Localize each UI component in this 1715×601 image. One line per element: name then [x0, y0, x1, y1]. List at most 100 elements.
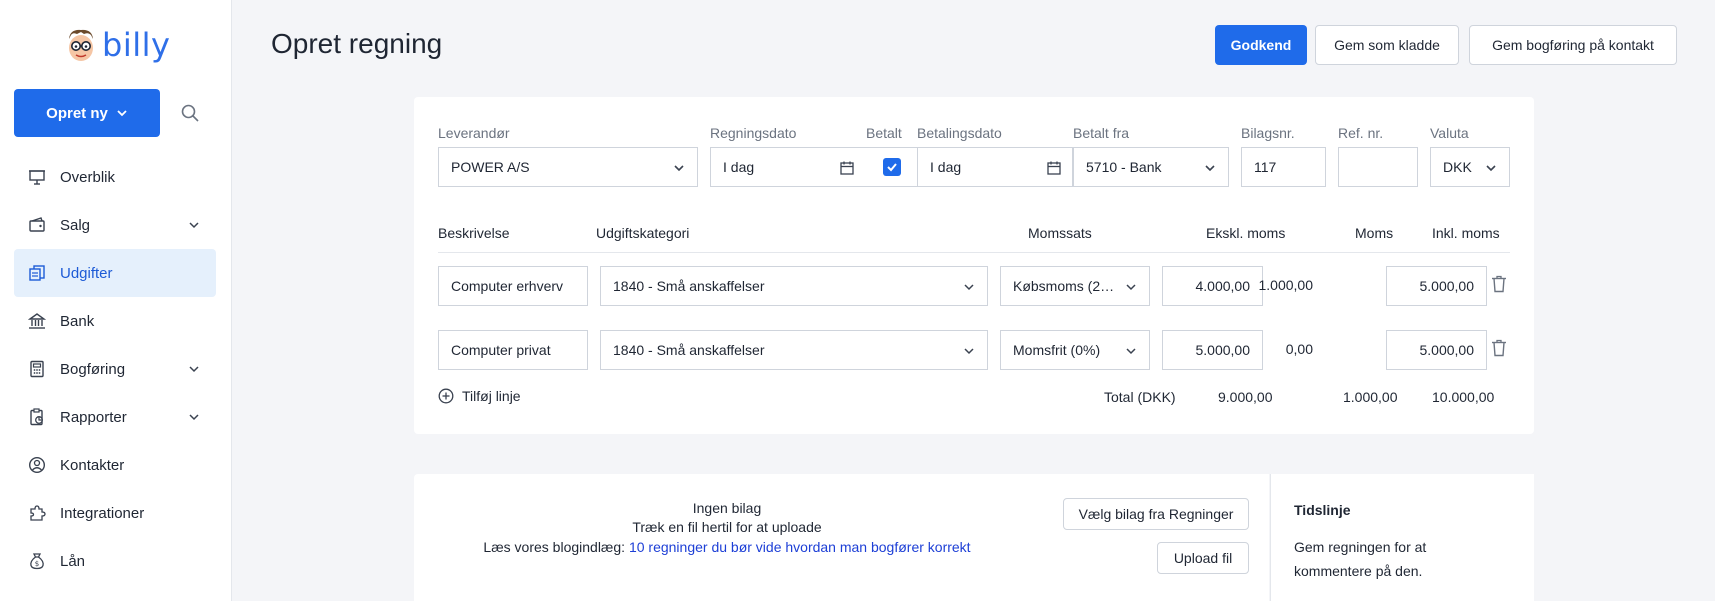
billy-logo[interactable]: billy: [64, 26, 170, 64]
wallet-icon: [28, 216, 46, 234]
bills-icon: [28, 264, 46, 282]
search-icon[interactable]: [180, 103, 200, 123]
voucher-no-input[interactable]: 117: [1241, 147, 1326, 187]
sidebar-item-label: Kontakter: [60, 456, 125, 474]
sidebar-nav: Overblik Salg Udgifter Bank Bogføring Ra…: [14, 153, 216, 585]
sidebar-item-label: Rapporter: [60, 408, 127, 426]
drag-file-text: Træk en fil hertil for at uploade: [632, 519, 822, 535]
logo-text: billy: [102, 26, 171, 64]
report-icon: [28, 408, 46, 426]
line-category-value: 1840 - Små anskaffelser: [613, 342, 765, 358]
plus-circle-icon: [438, 388, 454, 404]
table-header-divider: [438, 252, 1510, 253]
create-new-button[interactable]: Opret ny: [14, 89, 160, 137]
sidebar-item-kontakter[interactable]: Kontakter: [14, 441, 216, 489]
chevron-down-icon: [189, 366, 199, 373]
sidebar: billy Opret ny Overblik Salg Udgifter Ba…: [0, 0, 232, 601]
svg-text:$: $: [35, 560, 39, 568]
supplier-value: POWER A/S: [451, 159, 530, 175]
line-vat-rate-value: Momsfrit (0%): [1013, 342, 1101, 358]
sidebar-item-integrationer[interactable]: Integrationer: [14, 489, 216, 537]
col-header-vat-rate: Momssats: [1028, 225, 1092, 241]
money-bag-icon: $: [28, 552, 46, 570]
upload-file-button[interactable]: Upload fil: [1157, 542, 1249, 574]
sidebar-item-bogforing[interactable]: Bogføring: [14, 345, 216, 393]
payment-date-label: Betalingsdato: [917, 125, 1002, 141]
sidebar-item-label: Salg: [60, 216, 91, 234]
chevron-down-icon: [189, 414, 199, 421]
sidebar-item-lan[interactable]: $ Lån: [14, 537, 216, 585]
line-incl-vat-value: 5.000,00: [1419, 278, 1475, 294]
sidebar-item-label: Bank: [60, 312, 95, 330]
paid-checkbox-cell: [865, 147, 918, 187]
total-excl-vat: 9.000,00: [1218, 389, 1273, 405]
payment-date-input[interactable]: I dag: [917, 147, 1073, 187]
contact-icon: [28, 456, 46, 474]
supplier-label: Leverandør: [438, 125, 510, 141]
chevron-down-icon: [189, 222, 199, 229]
line-incl-vat-input[interactable]: 5.000,00: [1386, 330, 1487, 370]
paid-from-select[interactable]: 5710 - Bank: [1073, 147, 1229, 187]
voucher-no-label: Bilagsnr.: [1241, 125, 1295, 141]
sidebar-item-bank[interactable]: Bank: [14, 297, 216, 345]
currency-select[interactable]: DKK: [1430, 147, 1510, 187]
calculator-icon: [28, 360, 46, 378]
line-description-value: Computer erhverv: [451, 278, 564, 294]
chevron-down-icon: [674, 165, 684, 172]
trash-icon[interactable]: [1491, 275, 1507, 293]
attachment-card: [414, 474, 1269, 601]
line-description-input[interactable]: Computer erhverv: [438, 266, 588, 306]
chevron-down-icon: [964, 284, 974, 291]
no-voucher-text: Ingen bilag: [692, 500, 762, 516]
add-line-button[interactable]: Tilføj linje: [438, 388, 521, 404]
line-incl-vat-input[interactable]: 5.000,00: [1386, 266, 1487, 306]
sidebar-item-udgifter[interactable]: Udgifter: [14, 249, 216, 297]
save-draft-button[interactable]: Gem som kladde: [1315, 25, 1459, 65]
blog-text: Læs vores blogindlæg: 10 regninger du bø…: [430, 539, 1024, 555]
line-category-select[interactable]: 1840 - Små anskaffelser: [600, 330, 988, 370]
ref-no-input[interactable]: [1338, 147, 1418, 187]
bill-date-label: Regningsdato: [710, 125, 797, 141]
page-title: Opret regning: [271, 28, 443, 59]
puzzle-icon: [28, 504, 46, 522]
chevron-down-icon: [1126, 284, 1136, 291]
create-new-label: Opret ny: [46, 104, 108, 122]
line-vat-value: 0,00: [1285, 341, 1313, 357]
sidebar-item-overblik[interactable]: Overblik: [14, 153, 216, 201]
paid-label: Betalt: [866, 125, 902, 141]
col-header-category: Udgiftskategori: [596, 225, 690, 241]
chevron-down-icon: [964, 348, 974, 355]
line-description-input[interactable]: Computer privat: [438, 330, 588, 370]
sidebar-item-label: Overblik: [60, 168, 116, 186]
line-vat-rate-select[interactable]: Momsfrit (0%): [1000, 330, 1150, 370]
paid-checkbox[interactable]: [882, 158, 901, 176]
col-header-description: Beskrivelse: [438, 225, 510, 241]
line-vat-rate-select[interactable]: Købsmoms (2…: [1000, 266, 1150, 306]
sidebar-item-salg[interactable]: Salg: [14, 201, 216, 249]
choose-voucher-button[interactable]: Vælg bilag fra Regninger: [1063, 498, 1249, 530]
approve-button[interactable]: Godkend: [1215, 25, 1307, 65]
blog-link[interactable]: 10 regninger du bør vide hvordan man bog…: [629, 539, 971, 555]
calendar-icon[interactable]: [1046, 160, 1062, 176]
trash-icon[interactable]: [1491, 339, 1507, 357]
line-category-select[interactable]: 1840 - Små anskaffelser: [600, 266, 988, 306]
line-incl-vat-value: 5.000,00: [1419, 342, 1475, 358]
chevron-down-icon: [1126, 348, 1136, 355]
sidebar-item-label: Udgifter: [60, 264, 113, 282]
total-vat: 1.000,00: [1343, 389, 1398, 405]
chevron-down-icon: [117, 110, 127, 117]
currency-label: Valuta: [1430, 125, 1469, 141]
blog-prefix: Læs vores blogindlæg:: [483, 539, 629, 555]
bill-date-input[interactable]: I dag: [710, 147, 866, 187]
supplier-select[interactable]: POWER A/S: [438, 147, 698, 187]
ref-no-label: Ref. nr.: [1338, 125, 1384, 141]
billy-face-icon: [69, 29, 93, 61]
sidebar-item-label: Bogføring: [60, 360, 126, 378]
save-booking-on-contact-button[interactable]: Gem bogføring på kontakt: [1469, 25, 1677, 65]
sidebar-item-rapporter[interactable]: Rapporter: [14, 393, 216, 441]
voucher-no-value: 117: [1254, 159, 1277, 175]
calendar-icon[interactable]: [839, 160, 855, 176]
timeline-title: Tidslinje: [1294, 502, 1351, 518]
add-line-label: Tilføj linje: [462, 388, 521, 404]
col-header-incl-vat: Inkl. moms: [1432, 225, 1500, 241]
